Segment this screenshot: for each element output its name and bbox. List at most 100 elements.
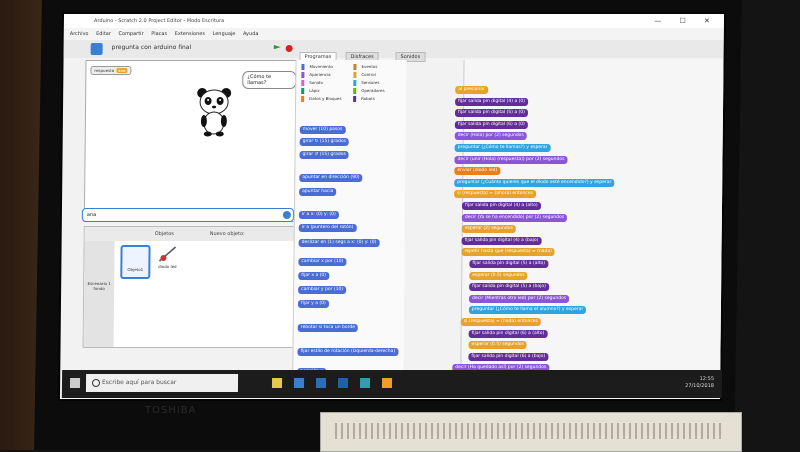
taskbar-search-placeholder: Escribe aquí para buscar	[101, 379, 177, 386]
category-item[interactable]: Operadores	[353, 88, 385, 94]
category-item[interactable]: Sonido	[301, 80, 323, 86]
stage-canvas[interactable]: respuesta ana ¿Cómo te llamas?	[83, 60, 298, 222]
palette-block[interactable]: rebotar si toca un borde	[297, 324, 359, 332]
globe-icon[interactable]	[90, 43, 103, 55]
file-explorer-icon[interactable]	[271, 378, 283, 388]
green-flag-icon[interactable]	[274, 45, 281, 52]
window-controls[interactable]: — ☐ ✕	[654, 14, 718, 28]
clock-date: 27/10/2018	[685, 383, 715, 389]
block-palette	[292, 60, 407, 380]
app-icon[interactable]	[359, 378, 371, 388]
script-block[interactable]: fijar salida pin digital (4) a (0)	[455, 97, 529, 106]
sprite-thumbnail[interactable]: diodo led	[154, 245, 180, 275]
category-item[interactable]: Datos y Bloques	[301, 96, 342, 102]
project-title[interactable]: pregunta con arduino final	[112, 44, 192, 51]
category-item[interactable]: Movimiento	[301, 64, 333, 70]
variable-monitor-value: ana	[116, 68, 128, 73]
menu-item-boards[interactable]: Placas	[151, 31, 167, 37]
palette-block[interactable]: fijar estilo de rotación (izquierda-dere…	[297, 348, 399, 356]
windows-start-icon[interactable]	[69, 378, 81, 388]
clock-time: 12:55	[699, 376, 715, 382]
menubar: Archivo Editar Compartir Placas Extensio…	[63, 28, 724, 40]
variable-monitor-label: respuesta	[94, 68, 115, 73]
store-icon[interactable]	[293, 378, 305, 388]
category-item[interactable]: Lápiz	[301, 88, 320, 94]
variable-monitor: respuesta ana	[90, 66, 132, 75]
script-block[interactable]: fijar salida pin digital (5) a (0)	[454, 109, 528, 118]
palette-block[interactable]: ir a x: (0) y: (0)	[298, 211, 339, 219]
breadboard-holes	[335, 423, 725, 439]
category-item[interactable]: Robots	[353, 96, 375, 102]
script-block[interactable]: fijar salida pin digital (6) a (bajo)	[468, 352, 549, 361]
sprites-header-title: Objetos	[154, 231, 174, 237]
answer-input[interactable]: ana	[81, 208, 294, 222]
new-sprite-label: Nuevo objeto:	[209, 231, 245, 237]
menu-item-share[interactable]: Compartir	[118, 31, 143, 37]
script-block[interactable]: fijar salida pin digital (5) a (bajo)	[469, 283, 549, 292]
script-block[interactable]: fijar salida pin digital (5) a (alto)	[469, 260, 549, 268]
breadboard	[320, 412, 742, 452]
window-titlebar: Arduino - Scratch 2.0 Project Editor - M…	[63, 14, 725, 29]
menu-item-edit[interactable]: Editar	[96, 31, 111, 37]
word-icon[interactable]	[337, 378, 349, 388]
laptop-screen: Arduino - Scratch 2.0 Project Editor - M…	[59, 14, 725, 399]
stop-icon[interactable]	[285, 45, 293, 52]
palette-block[interactable]: fijar y a (0)	[297, 300, 329, 308]
system-tray-clock[interactable]: 12:55 27/10/2018	[685, 376, 714, 390]
script-block[interactable]: repetir hasta que (respuesta) = (nada)	[461, 248, 555, 257]
menu-item-extensions[interactable]: Extensiones	[175, 31, 205, 37]
stage-label: Escenario 1 fondo	[87, 281, 111, 291]
palette-block[interactable]: cambiar y por (10)	[298, 286, 347, 294]
palette-block[interactable]: mover (10) pasos	[299, 126, 346, 134]
script-block[interactable]: decir (unir (Hola) (respuesta)) por (2) …	[454, 155, 568, 164]
script-block[interactable]: si (respuesta) = (nada) entonces	[460, 318, 541, 326]
script-block[interactable]: decir (Ya se ha encendido) por (2) segun…	[461, 213, 568, 222]
script-block[interactable]: preguntar (¿Cómo te llama el alumno?) y …	[468, 306, 587, 315]
speech-bubble: ¿Cómo te llamas?	[242, 71, 297, 89]
edge-icon[interactable]	[315, 378, 327, 388]
category-item[interactable]: Apariencia	[301, 72, 331, 78]
script-block[interactable]: fijar salida pin digital (6) a (0)	[454, 120, 528, 129]
palette-block[interactable]: apuntar en dirección (90)	[299, 174, 363, 182]
script-block[interactable]: esperar (2) segundos	[461, 225, 516, 234]
script-block[interactable]: decir (Mientras otro led) por (2) segund…	[468, 294, 570, 303]
script-block[interactable]: fijar salida pin digital (6) a (alto)	[468, 329, 548, 338]
category-item[interactable]: Control	[353, 72, 376, 78]
script-block[interactable]: preguntar (¿Cómo te llamas?) y esperar	[454, 144, 551, 152]
script-block[interactable]: fijar salida pin digital (4) a (bajo)	[461, 236, 542, 245]
cortana-icon	[91, 379, 101, 387]
menu-item-file[interactable]: Archivo	[70, 31, 89, 37]
script-block[interactable]: enviar (diodo led)	[454, 167, 501, 176]
menu-item-help[interactable]: Ayuda	[243, 31, 259, 37]
script-block[interactable]: esperar (0.5) segundos	[469, 271, 528, 280]
palette-block[interactable]: deslizar en (1) segs a x: (0) y: (0)	[298, 239, 380, 247]
palette-block[interactable]: fijar x a (0)	[298, 272, 330, 280]
script-block[interactable]: esperar (0.5) segundos	[468, 341, 527, 350]
windows-taskbar: Escribe aquí para buscar 12:55 27/10/201…	[61, 370, 723, 398]
category-item[interactable]: Eventos	[353, 64, 378, 70]
script-block[interactable]: fijar salida pin digital (4) a (alto)	[461, 202, 541, 210]
category-item[interactable]: Sensores	[353, 80, 380, 86]
palette-block[interactable]: girar ↺ (15) grados	[299, 151, 349, 159]
sprite-name: diodo led	[158, 264, 177, 269]
led-diode-icon	[158, 246, 177, 262]
panda-sprite-icon[interactable]	[194, 85, 235, 137]
palette-block[interactable]: apuntar hacia	[299, 188, 337, 196]
palette-block[interactable]: cambiar x por (10)	[298, 258, 347, 266]
palette-block[interactable]: ir a (puntero del ratón)	[298, 224, 357, 232]
sprites-panel: Objetos Nuevo objeto: Escenario 1 fondo …	[82, 226, 296, 348]
scratch-app-icon[interactable]	[381, 378, 393, 388]
script-block[interactable]: decir (Hola) por (2) segundos	[454, 132, 527, 141]
sprite-thumbnail[interactable]: Objeto1	[120, 245, 151, 279]
palette-block[interactable]: girar ↻ (15) grados	[299, 138, 350, 146]
script-block[interactable]: al presionar	[455, 86, 488, 94]
window-title: Arduino - Scratch 2.0 Project Editor - M…	[93, 18, 225, 24]
taskbar-search[interactable]: Escribe aquí para buscar	[85, 374, 239, 392]
laptop-brand: TOSHIBA	[145, 405, 197, 416]
sprites-header: Objetos Nuevo objeto:	[84, 227, 295, 241]
script-block[interactable]: si (respuesta) = (ahora) entonces	[454, 190, 537, 199]
stage-thumbnail[interactable]: Escenario 1 fondo	[83, 241, 115, 347]
menu-item-language[interactable]: Lenguaje	[213, 31, 236, 37]
submit-answer-icon[interactable]	[282, 211, 291, 219]
script-block[interactable]: preguntar (¿Cuánto quieres que el diodo …	[454, 178, 615, 187]
